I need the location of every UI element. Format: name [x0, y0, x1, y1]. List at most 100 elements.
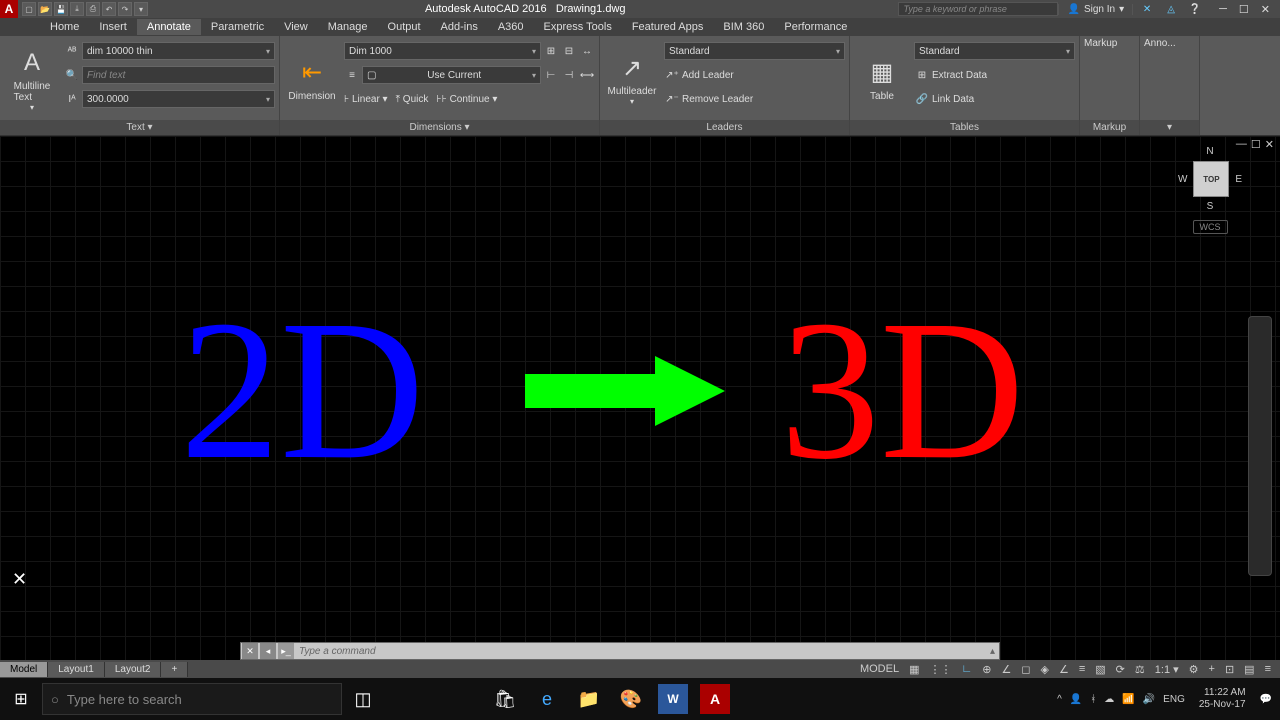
viewcube-s[interactable]: S: [1207, 201, 1214, 212]
dim-tool5-icon[interactable]: ⊣: [561, 67, 577, 83]
exchange-icon[interactable]: ✕: [1139, 1, 1155, 17]
3dosnap-icon[interactable]: ◈: [1038, 663, 1052, 676]
qat-undo-icon[interactable]: ↶: [102, 2, 116, 16]
minimize-button[interactable]: ─: [1219, 3, 1227, 16]
ortho-icon[interactable]: ∟: [958, 663, 975, 675]
app-icon[interactable]: 🎨: [610, 678, 652, 720]
word-icon[interactable]: W: [658, 684, 688, 714]
linear-button[interactable]: ⊦ Linear ▾: [344, 94, 388, 105]
find-text-input[interactable]: Find text: [82, 66, 275, 84]
cloud-icon[interactable]: ◬: [1163, 1, 1179, 17]
quick-props-icon[interactable]: ▤: [1241, 663, 1257, 676]
tab-layout1[interactable]: Layout1: [48, 662, 105, 677]
isoplane-icon[interactable]: ∠: [998, 663, 1014, 676]
tab-model[interactable]: Model: [0, 662, 48, 677]
tab-addins[interactable]: Add-ins: [431, 19, 488, 35]
leader-style-combo[interactable]: Standard▾: [664, 42, 845, 60]
wcs-label[interactable]: WCS: [1193, 220, 1228, 234]
viewcube-n[interactable]: N: [1206, 146, 1213, 157]
tab-annotate[interactable]: Annotate: [137, 19, 201, 35]
remove-leader-button[interactable]: ↗⁻Remove Leader: [664, 88, 845, 110]
annotation-monitor-icon[interactable]: +: [1206, 663, 1218, 675]
dimension-button[interactable]: ⇤ Dimension: [284, 38, 340, 120]
edge-icon[interactable]: e: [526, 678, 568, 720]
cycling-icon[interactable]: ⟳: [1113, 663, 1128, 676]
command-line[interactable]: ✕ ◂ ▸_ Type a command ▴: [240, 642, 1000, 660]
link-data-button[interactable]: 🔗Link Data: [914, 88, 1075, 110]
canvas-arrow-icon[interactable]: [525, 356, 725, 426]
keyword-search-input[interactable]: Type a keyword or phrase: [898, 2, 1058, 16]
dim-tool6-icon[interactable]: ⟷: [579, 67, 595, 83]
viewcube-e[interactable]: E: [1235, 174, 1242, 185]
cmd-recent-icon[interactable]: ◂: [260, 643, 276, 659]
explorer-icon[interactable]: 📁: [568, 678, 610, 720]
scale-combo[interactable]: 1:1 ▾: [1152, 663, 1182, 676]
tab-output[interactable]: Output: [378, 19, 431, 35]
text-style-combo[interactable]: dim 10000 thin▾: [82, 42, 275, 60]
otrack-icon[interactable]: ∠: [1056, 663, 1072, 676]
tab-layout2[interactable]: Layout2: [105, 662, 162, 677]
drawing-canvas[interactable]: — ☐ ✕ 2D 3D N W TOP E S WCS ✕: [0, 136, 1280, 660]
annotation-scale-icon[interactable]: ⚖: [1132, 663, 1148, 676]
add-leader-button[interactable]: ↗⁺Add Leader: [664, 64, 845, 86]
cmd-close-icon[interactable]: ✕: [242, 643, 258, 659]
doc-close-button[interactable]: ✕: [1265, 138, 1274, 151]
qat-print-icon[interactable]: ⎙: [86, 2, 100, 16]
qat-open-icon[interactable]: 📂: [38, 2, 52, 16]
panel-anno[interactable]: ▾ Anno...: [1140, 36, 1200, 135]
units-icon[interactable]: ⊡: [1222, 663, 1237, 676]
model-space-button[interactable]: MODEL: [857, 663, 902, 675]
cmd-expand-icon[interactable]: ▴: [986, 646, 999, 657]
navigation-bar[interactable]: [1248, 316, 1272, 576]
autocad-taskbar-icon[interactable]: A: [700, 684, 730, 714]
taskbar-clock[interactable]: 11:22 AM 25-Nov-17: [1193, 687, 1252, 711]
dim-style-combo[interactable]: Dim 1000▾: [344, 42, 541, 60]
tab-home[interactable]: Home: [40, 19, 89, 35]
tab-view[interactable]: View: [274, 19, 318, 35]
help-icon[interactable]: ❔: [1187, 1, 1203, 17]
transparency-icon[interactable]: ▧: [1092, 663, 1108, 676]
use-current-combo[interactable]: ▢ Use Current▾: [362, 66, 541, 84]
tab-a360[interactable]: A360: [488, 19, 534, 35]
view-cube[interactable]: N W TOP E S WCS: [1170, 146, 1250, 246]
panel-tables-label[interactable]: Tables: [850, 120, 1079, 135]
polar-icon[interactable]: ⊕: [979, 663, 994, 676]
tray-chevron-icon[interactable]: ^: [1057, 694, 1062, 705]
tab-manage[interactable]: Manage: [318, 19, 378, 35]
viewcube-top[interactable]: TOP: [1193, 161, 1229, 197]
dim-tool3-icon[interactable]: ↔: [579, 43, 595, 59]
notifications-icon[interactable]: 💬: [1260, 694, 1272, 705]
tab-insert[interactable]: Insert: [89, 19, 137, 35]
start-button[interactable]: ⊞: [0, 678, 42, 720]
qat-new-icon[interactable]: ▢: [22, 2, 36, 16]
osnap-icon[interactable]: ◻: [1018, 663, 1033, 676]
tab-parametric[interactable]: Parametric: [201, 19, 274, 35]
maximize-button[interactable]: ☐: [1239, 3, 1249, 16]
quick-button[interactable]: ⤒ Quick: [396, 94, 429, 105]
qat-more-icon[interactable]: ▾: [134, 2, 148, 16]
add-layout-button[interactable]: +: [161, 662, 188, 677]
tray-volume-icon[interactable]: 🔊: [1143, 694, 1155, 705]
multileader-button[interactable]: ↗ Multileader ▾: [604, 38, 660, 120]
panel-text-label[interactable]: Text ▾: [0, 120, 279, 135]
tray-wifi-icon[interactable]: 📶: [1122, 694, 1134, 705]
signin-button[interactable]: 👤 Sign In ▾: [1058, 4, 1133, 15]
tab-featured-apps[interactable]: Featured Apps: [622, 19, 714, 35]
panel-dimensions-label[interactable]: Dimensions ▾: [280, 120, 599, 135]
qat-redo-icon[interactable]: ↷: [118, 2, 132, 16]
viewcube-w[interactable]: W: [1178, 174, 1187, 185]
tab-performance[interactable]: Performance: [774, 19, 857, 35]
tab-bim360[interactable]: BIM 360: [713, 19, 774, 35]
workspace-icon[interactable]: ⚙: [1186, 663, 1202, 676]
tray-bluetooth-icon[interactable]: ᚼ: [1090, 694, 1096, 705]
continue-button[interactable]: ⊦⊦ Continue ▾: [436, 94, 497, 105]
qat-saveas-icon[interactable]: ⤓: [70, 2, 84, 16]
tray-people-icon[interactable]: 👤: [1070, 694, 1082, 705]
canvas-text-2d[interactable]: 2D: [180, 276, 424, 505]
panel-leaders-label[interactable]: Leaders: [600, 120, 849, 135]
panel-markup[interactable]: Markup Markup: [1080, 36, 1140, 135]
app-logo-icon[interactable]: A: [0, 0, 18, 18]
qat-save-icon[interactable]: 💾: [54, 2, 68, 16]
doc-maximize-button[interactable]: ☐: [1251, 138, 1261, 151]
store-icon[interactable]: 🛍: [484, 678, 526, 720]
